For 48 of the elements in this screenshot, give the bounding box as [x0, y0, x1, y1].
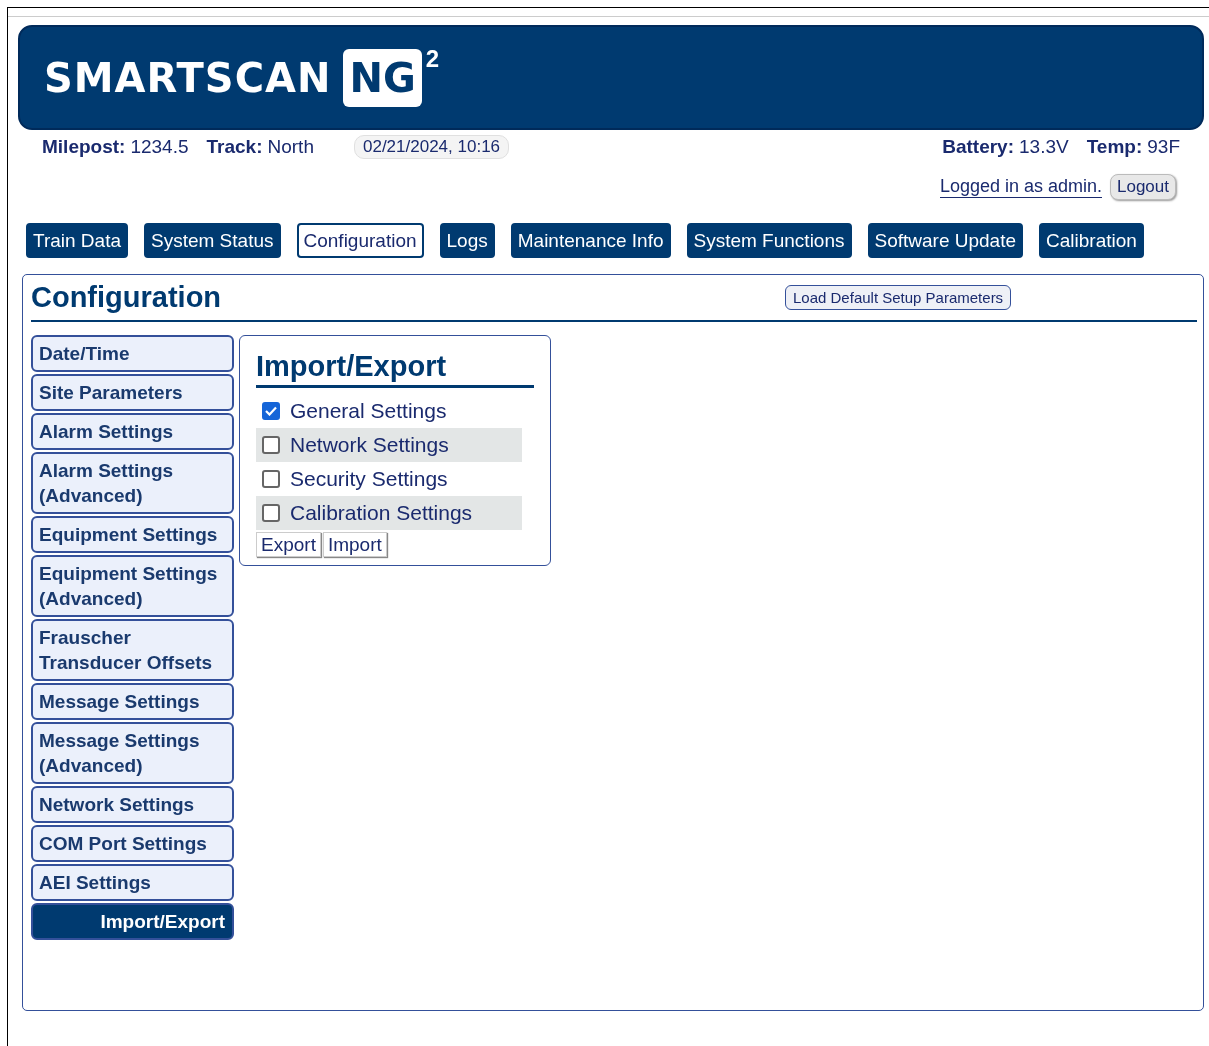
sidebar-item[interactable]: Network Settings: [31, 786, 234, 823]
date-time: 02/21/2024, 10:16: [353, 135, 510, 159]
checkbox-label: Network Settings: [290, 433, 449, 457]
sidebar-item[interactable]: COM Port Settings: [31, 825, 234, 862]
temp-label: Temp:: [1086, 136, 1143, 158]
milepost-value: 1234.5: [130, 136, 189, 158]
checkbox[interactable]: [262, 504, 280, 522]
sidebar-item[interactable]: Date/Time: [31, 335, 234, 372]
sidebar-item[interactable]: Frauscher Transducer Offsets: [31, 619, 234, 681]
nav-tab[interactable]: Configuration: [296, 223, 424, 258]
temp-value: 93F: [1147, 136, 1180, 158]
checkbox-label: General Settings: [290, 399, 447, 423]
section-title: Import/Export: [256, 350, 534, 388]
export-button[interactable]: Export: [256, 532, 321, 557]
battery-label: Battery:: [942, 136, 1014, 158]
track-label: Track:: [206, 136, 263, 158]
load-defaults-button[interactable]: Load Default Setup Parameters: [785, 285, 1012, 310]
import-button[interactable]: Import: [322, 532, 387, 557]
nav-tab[interactable]: Train Data: [26, 223, 128, 258]
sidebar-item[interactable]: Alarm Settings: [31, 413, 234, 450]
sidebar-item[interactable]: Import/Export: [31, 903, 234, 940]
sidebar-item[interactable]: Message Settings: [31, 683, 234, 720]
sidebar-item[interactable]: AEI Settings: [31, 864, 234, 901]
sidebar-item[interactable]: Alarm Settings (Advanced): [31, 452, 234, 514]
sidebar-item[interactable]: Message Settings (Advanced): [31, 722, 234, 784]
sidebar-item[interactable]: Equipment Settings (Advanced): [31, 555, 234, 617]
nav-tab[interactable]: System Functions: [686, 223, 852, 258]
logo-superscript: 2: [425, 45, 440, 73]
checkbox[interactable]: [262, 470, 280, 488]
nav-tab[interactable]: Logs: [439, 223, 495, 258]
milepost-label: Milepost:: [42, 136, 126, 158]
logo-badge: NG: [343, 48, 422, 107]
checkbox-label: Calibration Settings: [290, 501, 473, 525]
sidebar-item[interactable]: Equipment Settings: [31, 516, 234, 553]
sidebar-item[interactable]: Site Parameters: [31, 374, 234, 411]
battery-value: 13.3V: [1019, 136, 1069, 158]
nav-tab[interactable]: Maintenance Info: [510, 223, 671, 258]
logo-text: SMARTSCAN: [44, 54, 332, 101]
checkbox[interactable]: [262, 402, 280, 420]
checkbox-label: Security Settings: [290, 467, 448, 491]
nav-tab[interactable]: Software Update: [867, 223, 1024, 258]
nav-tab[interactable]: Calibration: [1039, 223, 1144, 258]
logout-button[interactable]: Logout: [1110, 174, 1176, 200]
track-value: North: [267, 136, 314, 158]
logged-in-link[interactable]: Logged in as admin.: [939, 176, 1102, 198]
nav-tab[interactable]: System Status: [144, 223, 281, 258]
checkbox[interactable]: [262, 436, 280, 454]
page-title: Configuration: [31, 281, 223, 314]
